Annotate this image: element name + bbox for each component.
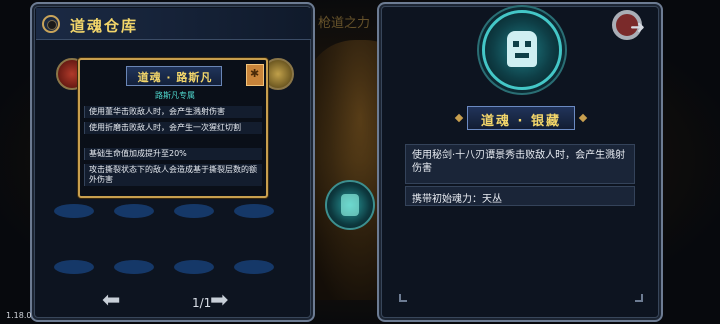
background-soul-orb[interactable] [325,180,375,230]
panel-title: 道魂仓库 [70,17,139,35]
badge-icon [246,64,264,86]
frame-corner [635,294,643,302]
soul-name: 道魂 · 银藏 [481,114,561,129]
empty-slot[interactable] [114,204,154,218]
page-indicator: 1/1 [192,296,212,310]
empty-slot[interactable] [174,204,214,218]
arrow-left-icon[interactable]: ⬅ [102,290,120,312]
carry-power-box: 携带初始魂力：天丛 [405,186,635,206]
tooltip-effect-line: 使用董华击败敌人时，会产生溅射伤害 [84,106,262,118]
empty-slot[interactable] [234,260,274,274]
skull-icon [507,31,537,67]
empty-slot[interactable] [234,204,274,218]
panel-header: 道魂仓库 [36,8,311,40]
exit-arrow-icon: ➜ [630,17,646,38]
ring-icon [42,15,60,33]
frame-corner [399,294,407,302]
tooltip-title: 道魂 · 路斯凡 [137,71,213,84]
tooltip-effect-line: 攻击撕裂状态下的敌人会造成基于撕裂层数的额外伤害 [84,164,262,186]
arrow-right-icon[interactable]: ➡ [210,290,228,312]
version-label: 1.18.0 [6,311,32,320]
soul-description-box: 使用秘剑·十八刃谭景秀击败敌人时，会产生溅射伤害 [405,144,635,184]
soul-emblem [482,10,562,90]
soul-detail-panel: 道魂 · 银藏 使用秘剑·十八刃谭景秀击败敌人时，会产生溅射伤害 携带初始魂力：… [377,2,663,322]
exit-button[interactable]: ➜ [612,10,652,42]
empty-slot[interactable] [54,260,94,274]
soul-tooltip: 道魂 · 路斯凡 路斯凡专属 使用董华击败敌人时，会产生溅射伤害 使用折磨击败敌… [78,58,268,198]
carry-power-text: 携带初始魂力：天丛 [412,194,502,205]
soul-description: 使用秘剑·十八刃谭景秀击败敌人时，会产生溅射伤害 [412,150,626,174]
game-screen: 枪道之力 道魂仓库 ⬅ 1/1 ➡ 道魂 · 路斯凡 路斯凡专属 使用董华击败敌… [0,0,720,324]
tooltip-subtitle: 路斯凡专属 [155,91,195,100]
empty-slot[interactable] [54,204,94,218]
tooltip-effect-line: 使用折磨击败敌人时，会产生一次猩红切割 [84,122,262,134]
empty-slot[interactable] [114,260,154,274]
empty-slot[interactable] [174,260,214,274]
tooltip-effect-line: 基础生命值加成提升至20% [84,148,262,160]
soul-name-plate: 道魂 · 银藏 [467,106,575,130]
tooltip-title-plate: 道魂 · 路斯凡 [126,66,222,86]
background-title: 枪道之力 [318,16,371,31]
